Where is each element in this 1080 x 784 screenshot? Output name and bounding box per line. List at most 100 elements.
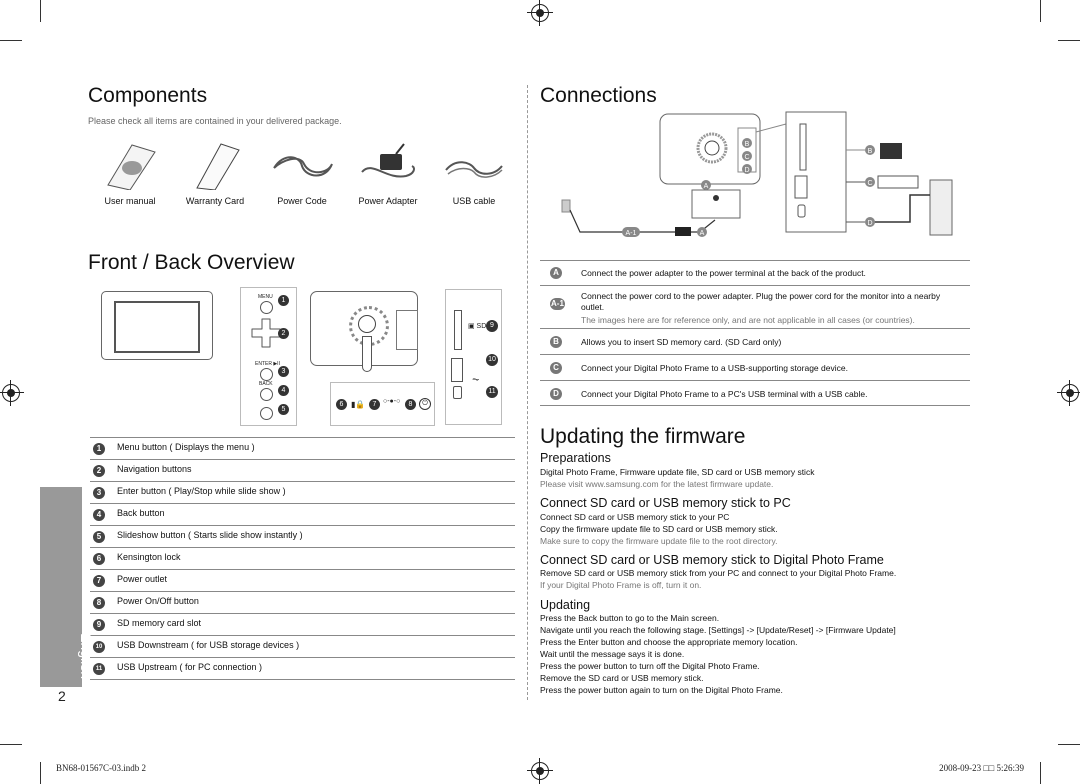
callout-1: 1 <box>278 295 289 306</box>
updating-step: Press the Enter button and choose the ap… <box>540 637 798 647</box>
svg-text:D: D <box>744 167 749 174</box>
component-label: USB cable <box>452 196 496 206</box>
item-number: 9 <box>93 619 105 631</box>
svg-text:A-1: A-1 <box>626 230 637 237</box>
back-label: BACK <box>259 381 273 387</box>
component-label: Warranty Card <box>185 196 245 206</box>
connection-text: Connect the power cord to the power adap… <box>581 291 941 312</box>
power-adapter-icon <box>675 227 691 236</box>
usb-cable-icon <box>445 161 503 178</box>
manual-icon <box>107 144 156 190</box>
overview-item: 10 USB Downstream ( for USB storage devic… <box>90 636 515 658</box>
registration-mark-icon <box>0 380 24 406</box>
connection-text: Connect your Digital Photo Frame to a PC… <box>581 389 868 399</box>
sd-card-icon: ▣ SD <box>468 323 487 330</box>
badge-b: B <box>742 138 752 148</box>
item-number: 4 <box>93 509 105 521</box>
connection-badge: A-1 <box>550 298 565 310</box>
components-title: Components <box>88 84 208 107</box>
badge-d: D <box>742 164 752 174</box>
item-label: USB Downstream ( for USB storage devices… <box>117 640 300 650</box>
connect-pc-line-1: Connect SD card or USB memory stick to y… <box>540 512 730 522</box>
adapter-icon <box>361 143 415 178</box>
connection-item: D Connect your Digital Photo Frame to a … <box>540 381 970 406</box>
item-label: Slideshow button ( Starts slide show ins… <box>117 530 303 540</box>
crop-mark <box>40 0 41 22</box>
svg-text:D: D <box>867 220 872 227</box>
item-label: Kensington lock <box>117 552 181 562</box>
connection-text: Connect your Digital Photo Frame to a US… <box>581 363 848 373</box>
connect-pc-note: Make sure to copy the firmware update fi… <box>540 536 778 546</box>
pc-tower-icon <box>929 179 953 236</box>
svg-text:B: B <box>745 141 750 148</box>
footer-timestamp: 2008-09-23 □□ 5:26:39 <box>939 763 1024 773</box>
port-box <box>396 310 418 350</box>
component-label: Power Adapter <box>358 196 418 206</box>
frame-screen <box>114 301 200 353</box>
callout-5: 5 <box>278 404 289 415</box>
badge-c-right: C <box>865 177 875 187</box>
crop-mark <box>0 744 22 745</box>
item-label: Power outlet <box>117 574 168 584</box>
item-label: Back button <box>117 508 165 518</box>
usb-icon: ⏦ <box>472 374 480 384</box>
item-label: USB Upstream ( for PC connection ) <box>117 662 263 672</box>
item-number: 1 <box>93 443 105 455</box>
connection-badge: B <box>550 336 562 348</box>
registration-mark-icon <box>527 0 553 26</box>
usb-upstream-port <box>453 386 462 399</box>
overview-item: 1 Menu button ( Displays the menu ) <box>90 438 515 460</box>
badge-b-right: B <box>865 145 875 155</box>
footer-file-info: BN68-01567C-03.indb 2 <box>56 763 146 773</box>
updating-step: Navigate until you reach the following s… <box>540 625 896 635</box>
item-number: 10 <box>93 641 105 653</box>
badge-c: C <box>742 151 752 161</box>
svg-text:C: C <box>744 154 749 161</box>
item-number: 6 <box>93 553 105 565</box>
svg-text:B: B <box>868 148 873 155</box>
updating-step: Remove the SD card or USB memory stick. <box>540 673 704 683</box>
item-label: Enter button ( Play/Stop while slide sho… <box>117 486 286 496</box>
wall-outlet-icon <box>561 199 571 213</box>
connection-badge: A <box>550 267 562 279</box>
badge-d-right: D <box>865 217 875 227</box>
usb-downstream-port <box>451 358 463 382</box>
callout-9: 9 <box>486 320 498 332</box>
connection-note: The images here are for reference only, … <box>581 315 915 325</box>
preparations-heading: Preparations <box>540 451 611 465</box>
crop-mark <box>1058 40 1080 41</box>
connection-item: A Connect the power adapter to the power… <box>540 261 970 286</box>
updating-step: Press the power button again to turn on … <box>540 685 783 695</box>
connection-item: C Connect your Digital Photo Frame to a … <box>540 355 970 381</box>
callout-3: 3 <box>278 366 289 377</box>
crop-mark <box>1058 744 1080 745</box>
language-tab: English <box>40 487 94 687</box>
usb-stick-icon <box>877 175 919 189</box>
registration-mark-icon <box>1057 380 1080 406</box>
overview-item: 5 Slideshow button ( Starts slide show in… <box>90 526 515 548</box>
item-number: 3 <box>93 487 105 499</box>
overview-item: 11 USB Upstream ( for PC connection ) <box>90 658 515 680</box>
enter-label: ENTER ▶II <box>255 361 280 367</box>
connect-frame-note: If your Digital Photo Frame is off, turn… <box>540 580 702 590</box>
component-user-manual: User manual <box>85 140 175 206</box>
enter-button <box>260 368 273 381</box>
column-divider <box>527 85 528 700</box>
item-number: 11 <box>93 663 105 675</box>
back-button <box>260 388 273 401</box>
callout-11: 11 <box>486 386 498 398</box>
menu-button <box>260 301 273 314</box>
callout-6: 6 <box>336 399 347 410</box>
connections-title: Connections <box>540 84 657 107</box>
component-usb-cable: USB cable <box>429 140 519 206</box>
connect-frame-heading: Connect SD card or USB memory stick to D… <box>540 553 884 567</box>
menu-label: MENU <box>258 294 273 300</box>
connect-pc-line-2: Copy the firmware update file to SD card… <box>540 524 778 534</box>
connection-text: Allows you to insert SD memory card. (SD… <box>581 337 782 347</box>
callout-7: 7 <box>369 399 380 410</box>
connection-item: B Allows you to insert SD memory card. (… <box>540 329 970 355</box>
connections-diagram: A-1 A A B C D B C D <box>561 111 953 237</box>
component-power-cord: Power Code <box>257 140 347 206</box>
connection-text: Connect the power adapter to the power t… <box>581 268 866 278</box>
language-label: English <box>78 633 94 679</box>
